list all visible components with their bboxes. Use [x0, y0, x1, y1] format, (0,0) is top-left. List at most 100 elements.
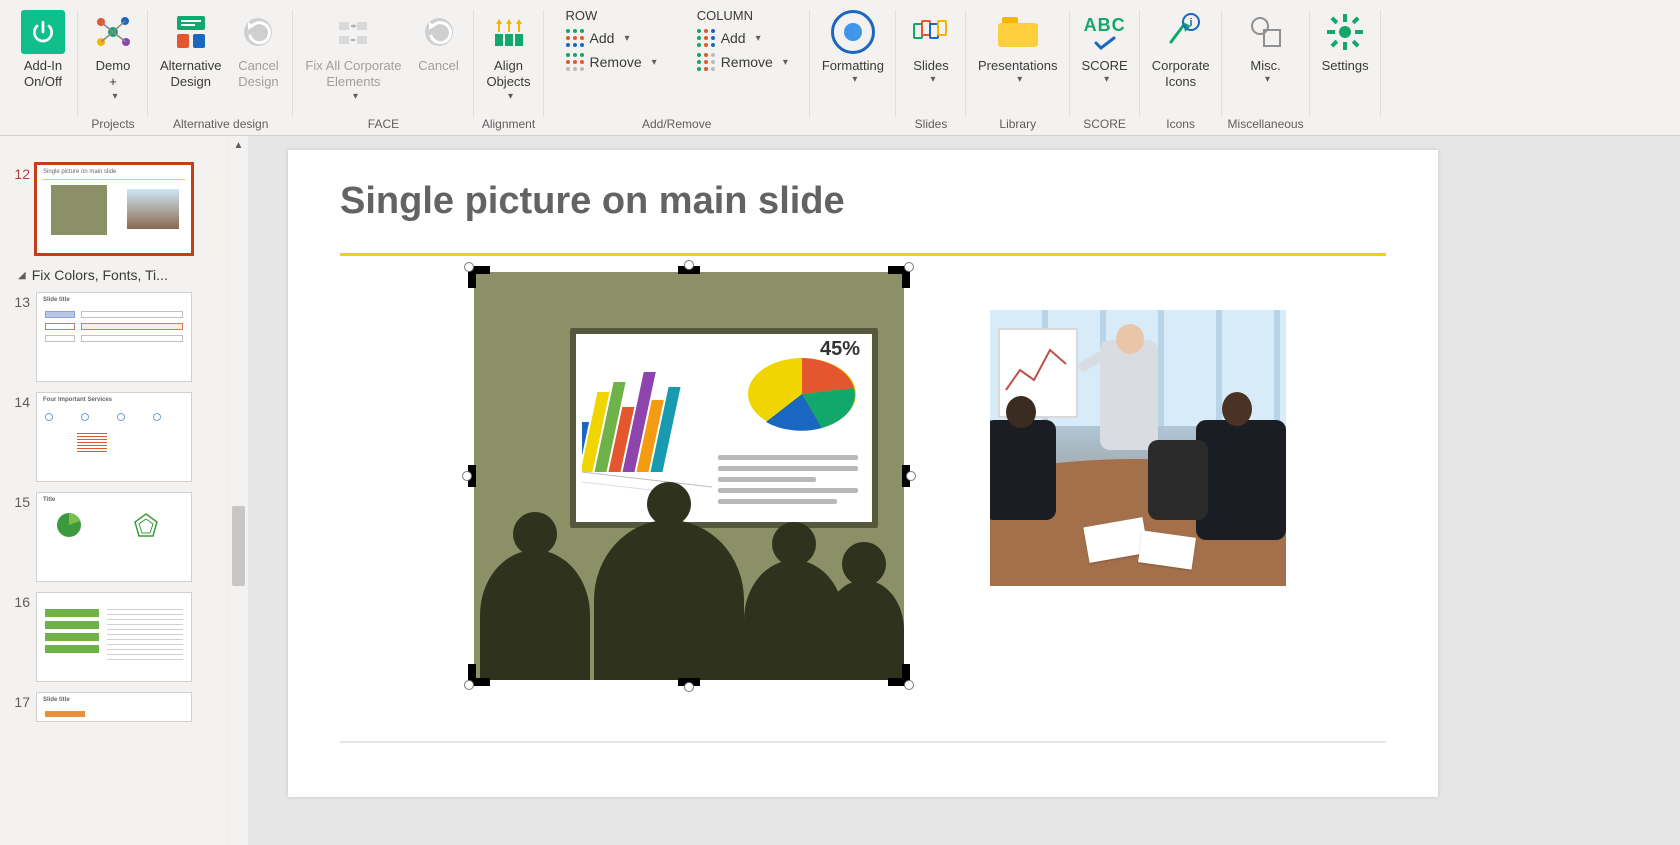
- cancel-design-button[interactable]: CancelDesign: [229, 6, 287, 95]
- alternative-design-button[interactable]: AlternativeDesign: [154, 6, 227, 95]
- score-button[interactable]: ABC SCORE▾: [1076, 6, 1134, 91]
- thumb-slide-13[interactable]: Slide title: [36, 292, 192, 382]
- group-addremove: ROW Add▾ Remove▾ COLUMN Add▾ Re: [544, 6, 810, 135]
- selection-ring[interactable]: [464, 262, 474, 272]
- gear-icon: [1323, 10, 1367, 54]
- selection-ring[interactable]: [684, 682, 694, 692]
- thumb-slide-12[interactable]: Single picture on main slide: [36, 164, 192, 254]
- chevron-down-icon: ▾: [917, 74, 948, 87]
- slides-icon: [909, 10, 953, 54]
- fix-corporate-elements-button[interactable]: Fix All CorporateElements ▾: [299, 6, 407, 107]
- formatting-button[interactable]: Formatting▾: [816, 6, 890, 91]
- scroll-handle[interactable]: [232, 506, 245, 586]
- group-label-face: FACE: [368, 115, 399, 135]
- thumbnails-scrollbar[interactable]: ▲: [228, 136, 248, 845]
- chevron-down-icon: ▾: [100, 91, 131, 104]
- row-add-button[interactable]: Add▾: [560, 27, 663, 49]
- row-header: ROW: [560, 8, 663, 25]
- grid-remove-icon: [697, 53, 715, 71]
- fix-icon: [331, 10, 375, 54]
- group-misc: Misc.▾ Miscellaneous: [1222, 6, 1310, 135]
- group-label-misc: Miscellaneous: [1228, 115, 1304, 135]
- addin-toggle-button[interactable]: Add-InOn/Off: [14, 6, 72, 95]
- corporate-icons-button[interactable]: i CorporateIcons: [1146, 6, 1216, 95]
- slides-button[interactable]: Slides▾: [902, 6, 960, 91]
- selection-ring[interactable]: [464, 680, 474, 690]
- undo-icon: [236, 10, 280, 54]
- chevron-down-icon: ▾: [982, 74, 1058, 87]
- scroll-up-icon[interactable]: ▲: [229, 136, 248, 154]
- thumb-number: 15: [4, 492, 30, 510]
- abc-check-icon: ABC: [1083, 10, 1127, 54]
- thumb-number: 14: [4, 392, 30, 410]
- meeting-photo[interactable]: [990, 310, 1286, 586]
- undo-icon: [417, 10, 461, 54]
- svg-text:i: i: [1189, 17, 1192, 29]
- column-remove-button[interactable]: Remove▾: [691, 51, 794, 73]
- workspace: 12 Single picture on main slide ◢ Fix Co…: [0, 136, 1680, 845]
- grid-add-icon: [697, 29, 715, 47]
- selection-ring[interactable]: [904, 680, 914, 690]
- row-remove-button[interactable]: Remove▾: [560, 51, 663, 73]
- bottom-rule: [340, 741, 1386, 743]
- chevron-down-icon: ▾: [624, 33, 629, 44]
- row-controls: ROW Add▾ Remove▾: [560, 6, 663, 73]
- chevron-down-icon: ▾: [1086, 74, 1128, 87]
- target-icon: [831, 10, 875, 54]
- triangle-down-icon: ◢: [18, 270, 26, 281]
- chevron-down-icon: ▾: [826, 74, 884, 87]
- group-label-score: SCORE: [1083, 115, 1126, 135]
- group-label-library: Library: [999, 115, 1036, 135]
- thumb-slide-16[interactable]: [36, 592, 192, 682]
- title-underline: [340, 253, 1386, 256]
- cancel-face-button[interactable]: Cancel: [410, 6, 468, 78]
- selection-ring[interactable]: [906, 471, 916, 481]
- section-header[interactable]: ◢ Fix Colors, Fonts, Ti...: [0, 259, 248, 287]
- info-sparkle-icon: i: [1159, 10, 1203, 54]
- group-label-slides: Slides: [915, 115, 948, 135]
- grid-remove-icon: [566, 53, 584, 71]
- slide-title[interactable]: Single picture on main slide: [340, 180, 1386, 223]
- align-objects-button[interactable]: AlignObjects ▾: [480, 6, 538, 107]
- chevron-down-icon: ▾: [1254, 74, 1280, 87]
- presentations-button[interactable]: Presentations▾: [972, 6, 1064, 91]
- alternative-design-icon: [169, 10, 213, 54]
- slide: Single picture on main slide: [288, 150, 1438, 797]
- misc-button[interactable]: Misc.▾: [1237, 6, 1295, 91]
- group-settings: Settings .: [1310, 6, 1381, 135]
- grid-add-icon: [566, 29, 584, 47]
- column-header: COLUMN: [691, 8, 794, 25]
- power-icon: [21, 10, 65, 54]
- slide-thumbnails-panel: 12 Single picture on main slide ◢ Fix Co…: [0, 136, 248, 845]
- group-icons: i CorporateIcons Icons: [1140, 6, 1222, 135]
- thumb-number: 13: [4, 292, 30, 310]
- network-icon: [91, 10, 135, 54]
- group-label-icons: Icons: [1166, 115, 1195, 135]
- presentation-illustration: 45%: [474, 272, 904, 680]
- group-score: ABC SCORE▾ SCORE: [1070, 6, 1140, 135]
- pie-percent-label: 45%: [820, 338, 860, 361]
- thumb-slide-17[interactable]: Slide title: [36, 692, 192, 722]
- demo-button[interactable]: Demo+ ▾: [84, 6, 142, 107]
- group-label-alignment: Alignment: [482, 115, 535, 135]
- selected-picture-illustration[interactable]: 45%: [474, 272, 904, 680]
- group-label-addremove: Add/Remove: [642, 115, 711, 135]
- column-controls: COLUMN Add▾ Remove▾: [691, 6, 794, 73]
- thumb-slide-14[interactable]: Four Important Services: [36, 392, 192, 482]
- group-label-projects: Projects: [91, 115, 134, 135]
- group-addin: Add-InOn/Off .: [8, 6, 78, 135]
- slide-canvas[interactable]: Single picture on main slide: [248, 136, 1680, 845]
- column-add-button[interactable]: Add▾: [691, 27, 794, 49]
- folder-icon: [996, 10, 1040, 54]
- selection-ring[interactable]: [904, 262, 914, 272]
- selection-ring[interactable]: [684, 260, 694, 270]
- group-face: Fix All CorporateElements ▾ Cancel FACE: [293, 6, 473, 135]
- settings-button[interactable]: Settings: [1316, 6, 1375, 78]
- shapes-icon: [1244, 10, 1288, 54]
- chevron-down-icon: ▾: [490, 91, 530, 104]
- thumb-number: 17: [4, 692, 30, 710]
- group-alternative: AlternativeDesign CancelDesign Alternati…: [148, 6, 293, 135]
- group-projects: Demo+ ▾ Projects: [78, 6, 148, 135]
- selection-ring[interactable]: [462, 471, 472, 481]
- thumb-slide-15[interactable]: Title: [36, 492, 192, 582]
